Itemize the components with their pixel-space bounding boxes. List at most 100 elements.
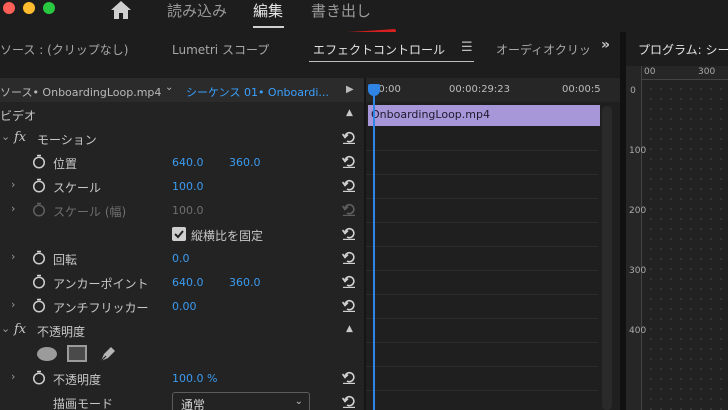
chevron-down-icon[interactable]: ⌄ — [1, 322, 10, 335]
reset-icon[interactable] — [342, 178, 356, 192]
stopwatch-icon[interactable] — [32, 250, 46, 265]
active-panel-indicator — [309, 61, 474, 62]
chevron-right-icon[interactable]: › — [11, 298, 15, 311]
collapse-up-icon[interactable]: ▲ — [346, 324, 353, 334]
opacity-effect-row[interactable]: ⌄ fx 不透明度 ▲ — [0, 318, 364, 342]
rectangle-mask-icon[interactable] — [67, 345, 87, 362]
ruler-label: 00 — [644, 67, 656, 77]
position-x-value[interactable]: 640.0 — [172, 156, 204, 169]
panel-tab-row: ソース : (クリップなし) Lumetri スコープ エフェクトコントロール … — [0, 32, 728, 66]
reset-icon[interactable] — [342, 226, 356, 240]
chevron-down-icon[interactable]: ⌄ — [1, 130, 10, 143]
clip-bar[interactable]: OnboardingLoop.mp4 — [368, 105, 600, 126]
tab-effect-controls[interactable]: エフェクトコントロール — [313, 41, 445, 58]
motion-effect-row[interactable]: ⌄ fx モーション — [0, 126, 364, 150]
reset-icon[interactable] — [342, 130, 356, 144]
position-row: 位置 640.0 360.0 — [0, 150, 364, 174]
clip-name: OnboardingLoop.mp4 — [371, 108, 490, 121]
row-divider — [366, 390, 598, 391]
blend-mode-dropdown[interactable]: 通常 ⌄ — [172, 392, 310, 410]
anti-flicker-value[interactable]: 0.00 — [172, 300, 197, 313]
anchor-point-row: アンカーポイント 640.0 360.0 — [0, 270, 364, 294]
reset-icon — [342, 203, 355, 216]
chevron-right-icon[interactable]: › — [11, 178, 15, 191]
fx-icon[interactable]: fx — [14, 322, 26, 337]
row-divider — [366, 174, 598, 175]
stopwatch-icon[interactable] — [32, 274, 46, 289]
reset-icon[interactable] — [342, 274, 356, 288]
scale-value[interactable]: 100.0 — [172, 180, 204, 193]
ellipse-mask-icon[interactable] — [36, 346, 58, 362]
fx-icon[interactable]: fx — [14, 130, 26, 145]
tab-source-monitor[interactable]: ソース : (クリップなし) — [0, 41, 128, 58]
reset-icon[interactable] — [342, 370, 356, 384]
tab-export[interactable]: 書き出し — [311, 0, 371, 21]
effect-timeline[interactable]: 00:00 00:00:29:23 00:00:5 OnboardingLoop… — [366, 78, 620, 410]
opacity-value[interactable]: 100.0 % — [172, 372, 217, 385]
row-divider — [366, 294, 598, 295]
opacity-row: › 不透明度 100.0 % — [0, 366, 364, 390]
row-divider — [366, 342, 598, 343]
reset-icon[interactable] — [342, 154, 356, 168]
anchor-x-value[interactable]: 640.0 — [172, 276, 204, 289]
program-monitor-title[interactable]: プログラム: シー — [638, 41, 728, 58]
uniform-scale-label: 縦横比を固定 — [191, 229, 264, 243]
row-divider — [366, 150, 598, 151]
source-clip-label[interactable]: ソース• OnboardingLoop.mp4 — [0, 84, 161, 100]
ruler-label: 400 — [629, 326, 647, 336]
clip-selector-bar: ソース• OnboardingLoop.mp4 ⌄ シーケンス 01• Onbo… — [0, 78, 364, 102]
reset-icon[interactable] — [342, 250, 356, 264]
panel-menu-icon[interactable]: ☰ — [461, 40, 473, 55]
program-canvas[interactable]: 00 300 0 100 200 300 400 — [626, 66, 728, 410]
timecode-label: 00:00:5 — [562, 84, 601, 95]
video-header-label: ビデオ — [0, 109, 37, 123]
uniform-scale-checkbox[interactable] — [172, 227, 186, 241]
stopwatch-icon[interactable] — [32, 298, 46, 313]
anchor-point-label: アンカーポイント — [53, 277, 149, 291]
collapse-up-icon[interactable]: ▲ — [346, 108, 353, 118]
time-ruler[interactable]: 00:00 00:00:29:23 00:00:5 — [366, 78, 620, 102]
opacity-label: 不透明度 — [53, 373, 102, 387]
reset-icon[interactable] — [342, 298, 356, 312]
tab-lumetri-scopes[interactable]: Lumetri スコープ — [172, 41, 269, 58]
tab-import[interactable]: 読み込み — [167, 0, 227, 21]
playhead-handle[interactable] — [368, 84, 380, 96]
chevron-right-icon[interactable]: › — [11, 250, 15, 263]
pen-mask-icon[interactable] — [98, 344, 118, 364]
rotation-value[interactable]: 0.0 — [172, 252, 190, 265]
anchor-y-value[interactable]: 360.0 — [229, 276, 261, 289]
sequence-clip-label[interactable]: シーケンス 01• Onboardi... — [186, 84, 329, 100]
vertical-ruler: 0 100 200 300 400 — [626, 66, 647, 410]
more-tabs-icon[interactable]: » — [601, 37, 610, 53]
scale-width-label: スケール (幅) — [53, 205, 127, 219]
play-triangle-icon[interactable]: ▶ — [346, 84, 354, 95]
effect-properties: ビデオ ▲ ⌄ fx モーション 位置 640.0 360.0 › スケール 1… — [0, 102, 364, 410]
minimize-window-button[interactable] — [23, 2, 35, 14]
ruler-label: 200 — [629, 206, 647, 216]
opacity-effect-label: 不透明度 — [37, 325, 86, 339]
ruler-label: 100 — [629, 146, 647, 156]
chevron-right-icon[interactable]: › — [11, 370, 15, 383]
chevron-down-icon[interactable]: ⌄ — [165, 82, 173, 93]
stopwatch-icon[interactable] — [32, 154, 46, 169]
stopwatch-icon[interactable] — [32, 370, 46, 385]
home-icon[interactable] — [110, 0, 132, 20]
blend-mode-label: 描画モード — [53, 397, 114, 410]
position-y-value[interactable]: 360.0 — [229, 156, 261, 169]
zoom-window-button[interactable] — [43, 2, 55, 14]
row-divider — [366, 366, 598, 367]
reset-icon[interactable] — [342, 394, 356, 408]
playhead-line[interactable] — [373, 84, 375, 410]
anti-flicker-row: › アンチフリッカー 0.00 — [0, 294, 364, 318]
close-window-button[interactable] — [3, 2, 15, 14]
uniform-scale-row: 縦横比を固定 — [0, 222, 364, 246]
timecode-label: 00:00:29:23 — [449, 84, 511, 95]
program-monitor-panel: プログラム: シー 00 300 0 100 200 300 400 — [626, 32, 728, 410]
video-section-header: ビデオ ▲ — [0, 102, 364, 126]
stopwatch-icon[interactable] — [32, 178, 46, 193]
scale-row: › スケール 100.0 — [0, 174, 364, 198]
tab-audio-clip-mixer[interactable]: オーディオクリッ — [496, 41, 591, 58]
chevron-right-icon[interactable]: › — [11, 202, 15, 215]
timeline-scrollbar[interactable] — [602, 106, 612, 410]
tab-edit[interactable]: 編集 — [253, 0, 283, 21]
